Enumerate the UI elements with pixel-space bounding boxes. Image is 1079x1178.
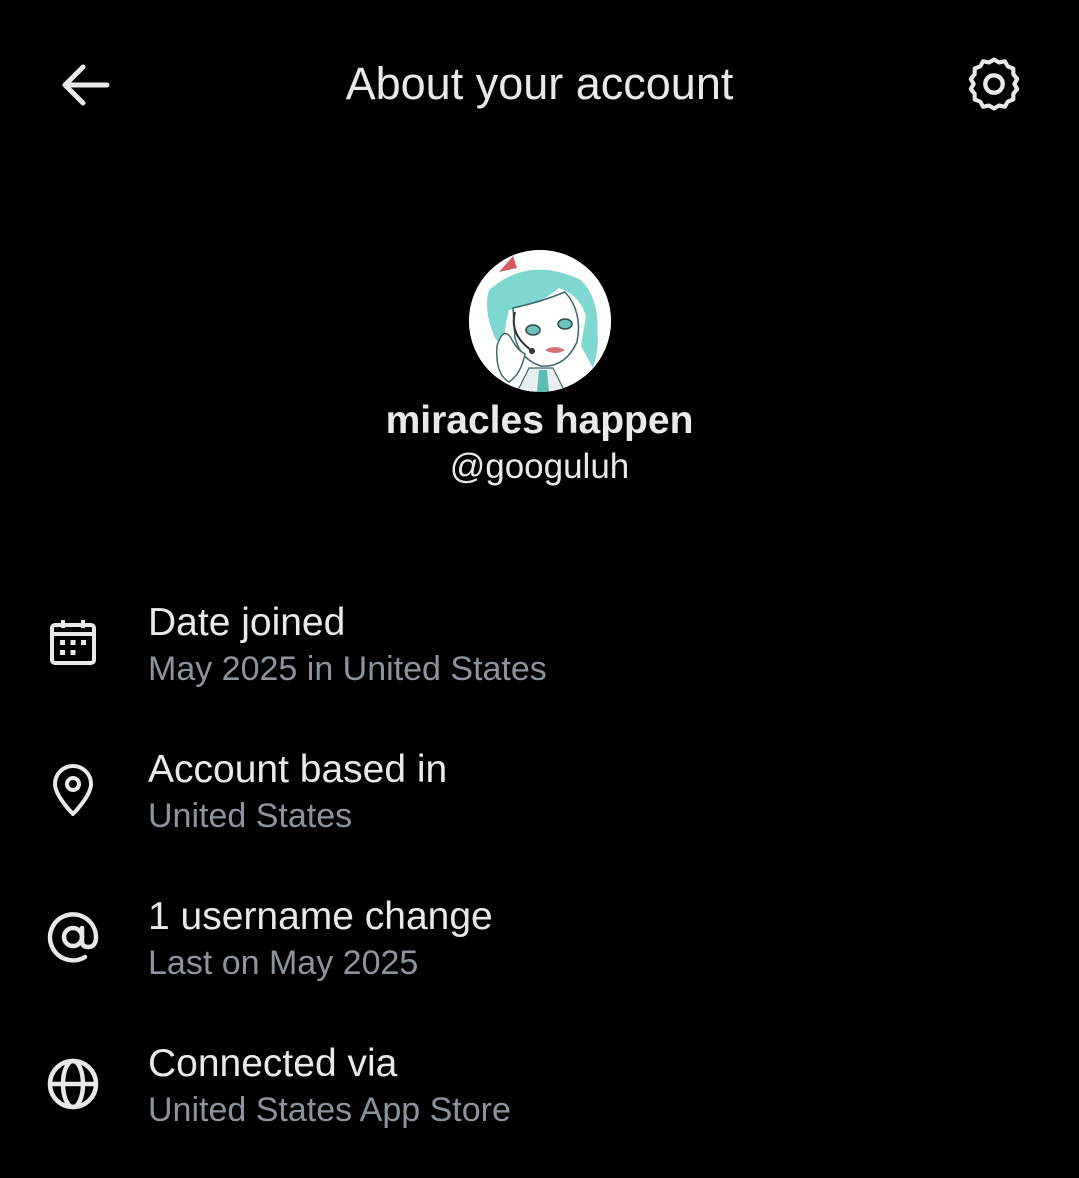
calendar-icon (44, 614, 102, 672)
gear-icon (968, 57, 1020, 111)
info-title: Date joined (148, 601, 346, 644)
info-title: 1 username change (148, 895, 493, 938)
at-sign-icon (44, 908, 102, 966)
info-title: Account based in (148, 748, 448, 791)
display-name: miracles happen (385, 399, 694, 442)
info-row-connected-via: Connected via United States App Store (0, 1031, 1079, 1178)
info-row-account-based-in: Account based in United States (0, 737, 1079, 884)
info-subtitle: May 2025 in United States (148, 650, 547, 688)
info-subtitle: Last on May 2025 (148, 944, 419, 982)
location-pin-icon (44, 761, 102, 819)
page-title: About your account (345, 58, 734, 109)
info-subtitle: United States App Store (148, 1091, 511, 1129)
info-row-username-changes: 1 username change Last on May 2025 (0, 884, 1079, 1031)
globe-icon (44, 1055, 102, 1113)
info-title: Connected via (148, 1042, 398, 1085)
profile-section: miracles happen @googuluh (0, 250, 1079, 488)
top-app-bar: About your account (0, 0, 1079, 170)
settings-button[interactable] (960, 50, 1028, 118)
account-info-list: Date joined May 2025 in United States Ac… (0, 590, 1079, 1178)
username-handle: @googuluh (449, 447, 630, 486)
avatar[interactable] (468, 250, 611, 392)
info-row-date-joined: Date joined May 2025 in United States (0, 590, 1079, 737)
avatar-image (468, 250, 611, 392)
info-subtitle: United States (148, 797, 353, 835)
